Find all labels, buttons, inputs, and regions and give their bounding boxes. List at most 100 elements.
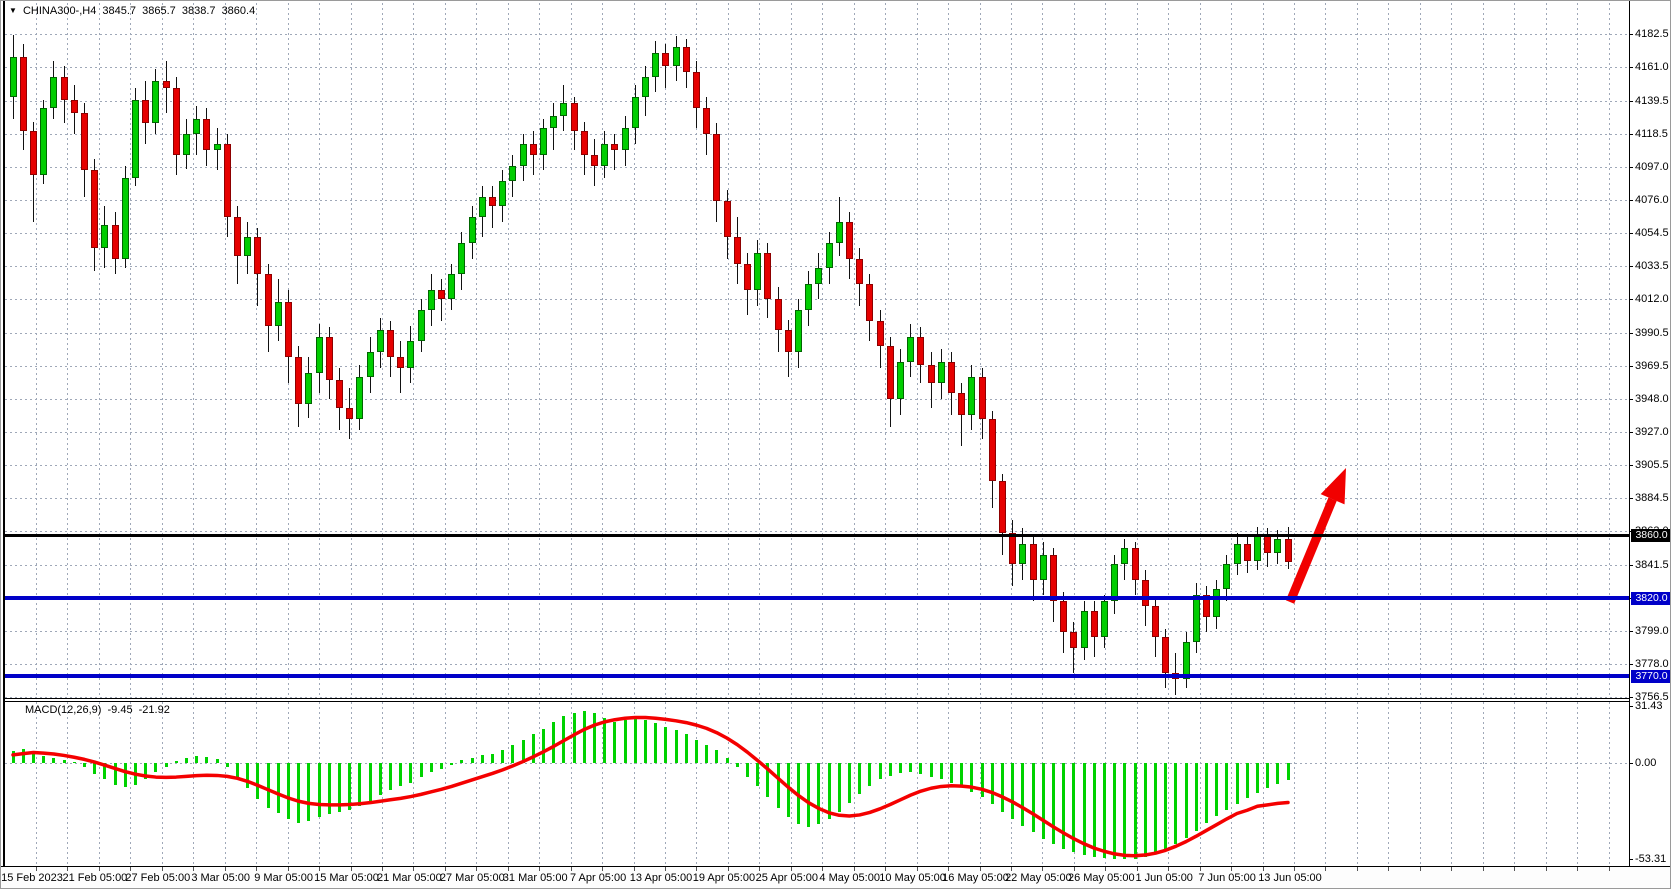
grid-line-vertical xyxy=(854,702,855,866)
candle-body xyxy=(1050,555,1057,602)
macd-histogram-bar xyxy=(1246,763,1249,798)
time-axis-tick xyxy=(728,867,729,871)
candle-body xyxy=(540,128,547,154)
candle-body xyxy=(530,144,537,155)
macd-histogram-bar xyxy=(318,763,321,817)
macd-tick-label: -53.31 xyxy=(1635,853,1666,865)
macd-histogram-bar xyxy=(705,745,708,763)
candle-body xyxy=(775,299,782,330)
macd-histogram-bar xyxy=(22,749,25,763)
time-axis-tick xyxy=(1420,867,1421,871)
support-resistance-line-blue[interactable] xyxy=(5,596,1629,600)
time-axis-tick xyxy=(1263,867,1264,871)
grid-line-vertical xyxy=(1546,702,1547,866)
time-tick-label: 15 Mar 05:00 xyxy=(314,872,379,884)
candle-wick xyxy=(614,134,615,170)
macd-histogram-bar xyxy=(562,716,565,763)
candle-body xyxy=(928,365,935,384)
price-tick-label: 4012.0 xyxy=(1635,293,1669,305)
macd-histogram-bar xyxy=(256,763,259,799)
main-chart-area[interactable] xyxy=(1,1,1629,698)
time-axis-tick xyxy=(225,867,226,871)
candle-body xyxy=(50,77,57,108)
trend-arrow-annotation[interactable] xyxy=(1,1,1629,698)
candle-body xyxy=(142,100,149,123)
candle-body xyxy=(377,330,384,352)
support-resistance-line-black[interactable] xyxy=(5,534,1629,537)
macd-histogram-bar xyxy=(675,730,678,763)
grid-line-vertical xyxy=(351,3,352,698)
candle-body xyxy=(520,144,527,166)
time-axis-tick xyxy=(1042,867,1043,871)
grid-line-vertical xyxy=(1388,702,1389,866)
grid-line-vertical xyxy=(602,3,603,698)
support-resistance-line-blue[interactable] xyxy=(5,674,1629,678)
candle-body xyxy=(917,337,924,365)
candle-body xyxy=(693,72,700,108)
time-axis-tick xyxy=(602,867,603,871)
grid-line-vertical xyxy=(1546,3,1547,698)
macd-histogram-bar xyxy=(430,763,433,772)
grid-line-vertical xyxy=(728,3,729,698)
time-axis-tick xyxy=(288,867,289,871)
candle-body xyxy=(101,225,108,248)
price-line-label-box[interactable]: 3820.0 xyxy=(1631,592,1671,605)
candle-body xyxy=(581,131,588,154)
time-tick-label: 31 Mar 05:00 xyxy=(503,872,568,884)
macd-histogram-bar xyxy=(205,757,208,763)
grid-line-vertical xyxy=(476,3,477,698)
price-line-label-box[interactable]: 3770.0 xyxy=(1631,670,1671,683)
symbol-dropdown-icon[interactable]: ▼ xyxy=(9,6,17,15)
macd-histogram-bar xyxy=(1225,763,1228,810)
candle-body xyxy=(1142,580,1149,606)
grid-line-vertical xyxy=(854,3,855,698)
candle-body xyxy=(1193,595,1200,642)
candle-body xyxy=(10,57,17,97)
price-line-label-box[interactable]: 3860.0 xyxy=(1631,529,1671,542)
time-axis-tick xyxy=(445,867,446,871)
macd-histogram-bar xyxy=(1164,763,1167,850)
macd-histogram-bar xyxy=(858,763,861,794)
candle-body xyxy=(764,253,771,300)
macd-histogram-bar xyxy=(399,763,402,786)
grid-line-vertical xyxy=(1609,702,1610,866)
candle-body xyxy=(571,103,578,131)
grid-line-vertical xyxy=(980,3,981,698)
grid-line-vertical xyxy=(1451,3,1452,698)
macd-histogram-bar xyxy=(542,729,545,763)
candle-body xyxy=(285,302,292,356)
macd-histogram-bar xyxy=(1215,763,1218,816)
grid-line-horizontal xyxy=(5,101,1629,102)
macd-histogram-bar xyxy=(981,763,984,797)
time-tick-label: 7 Jun 05:00 xyxy=(1198,872,1256,884)
price-tick-label: 4182.5 xyxy=(1635,28,1669,40)
chart-window: ▼ CHINA300-,H4 3845.7 3865.7 3838.7 3860… xyxy=(0,0,1671,889)
panel-separator-top[interactable] xyxy=(3,698,1629,699)
macd-histogram-bar xyxy=(114,763,117,785)
time-axis[interactable]: 15 Feb 202321 Feb 05:0027 Feb 05:003 Mar… xyxy=(1,867,1671,889)
candle-body xyxy=(173,88,180,155)
time-axis-tick xyxy=(256,867,257,871)
macd-indicator-area[interactable] xyxy=(1,702,1629,866)
time-axis-tick xyxy=(1105,867,1106,871)
price-axis-tick xyxy=(1629,465,1633,466)
price-axis-tick xyxy=(1629,34,1633,35)
candle-body xyxy=(897,362,904,399)
candle-body xyxy=(295,357,302,404)
macd-histogram-bar xyxy=(787,763,790,817)
price-tick-label: 3884.5 xyxy=(1635,492,1669,504)
grid-line-vertical xyxy=(67,702,68,866)
candle-body xyxy=(795,310,802,352)
macd-histogram-bar xyxy=(644,720,647,763)
grid-line-horizontal xyxy=(5,299,1629,300)
grid-line-vertical xyxy=(917,702,918,866)
macd-histogram-bar xyxy=(552,722,555,763)
grid-line-vertical xyxy=(193,702,194,866)
grid-line-vertical xyxy=(759,3,760,698)
candle-body xyxy=(673,47,680,66)
time-tick-label: 9 Mar 05:00 xyxy=(254,872,313,884)
ohlc-low: 3838.7 xyxy=(182,5,216,17)
grid-line-horizontal xyxy=(5,432,1629,433)
grid-line-vertical xyxy=(1451,702,1452,866)
candle-body xyxy=(1234,544,1241,564)
